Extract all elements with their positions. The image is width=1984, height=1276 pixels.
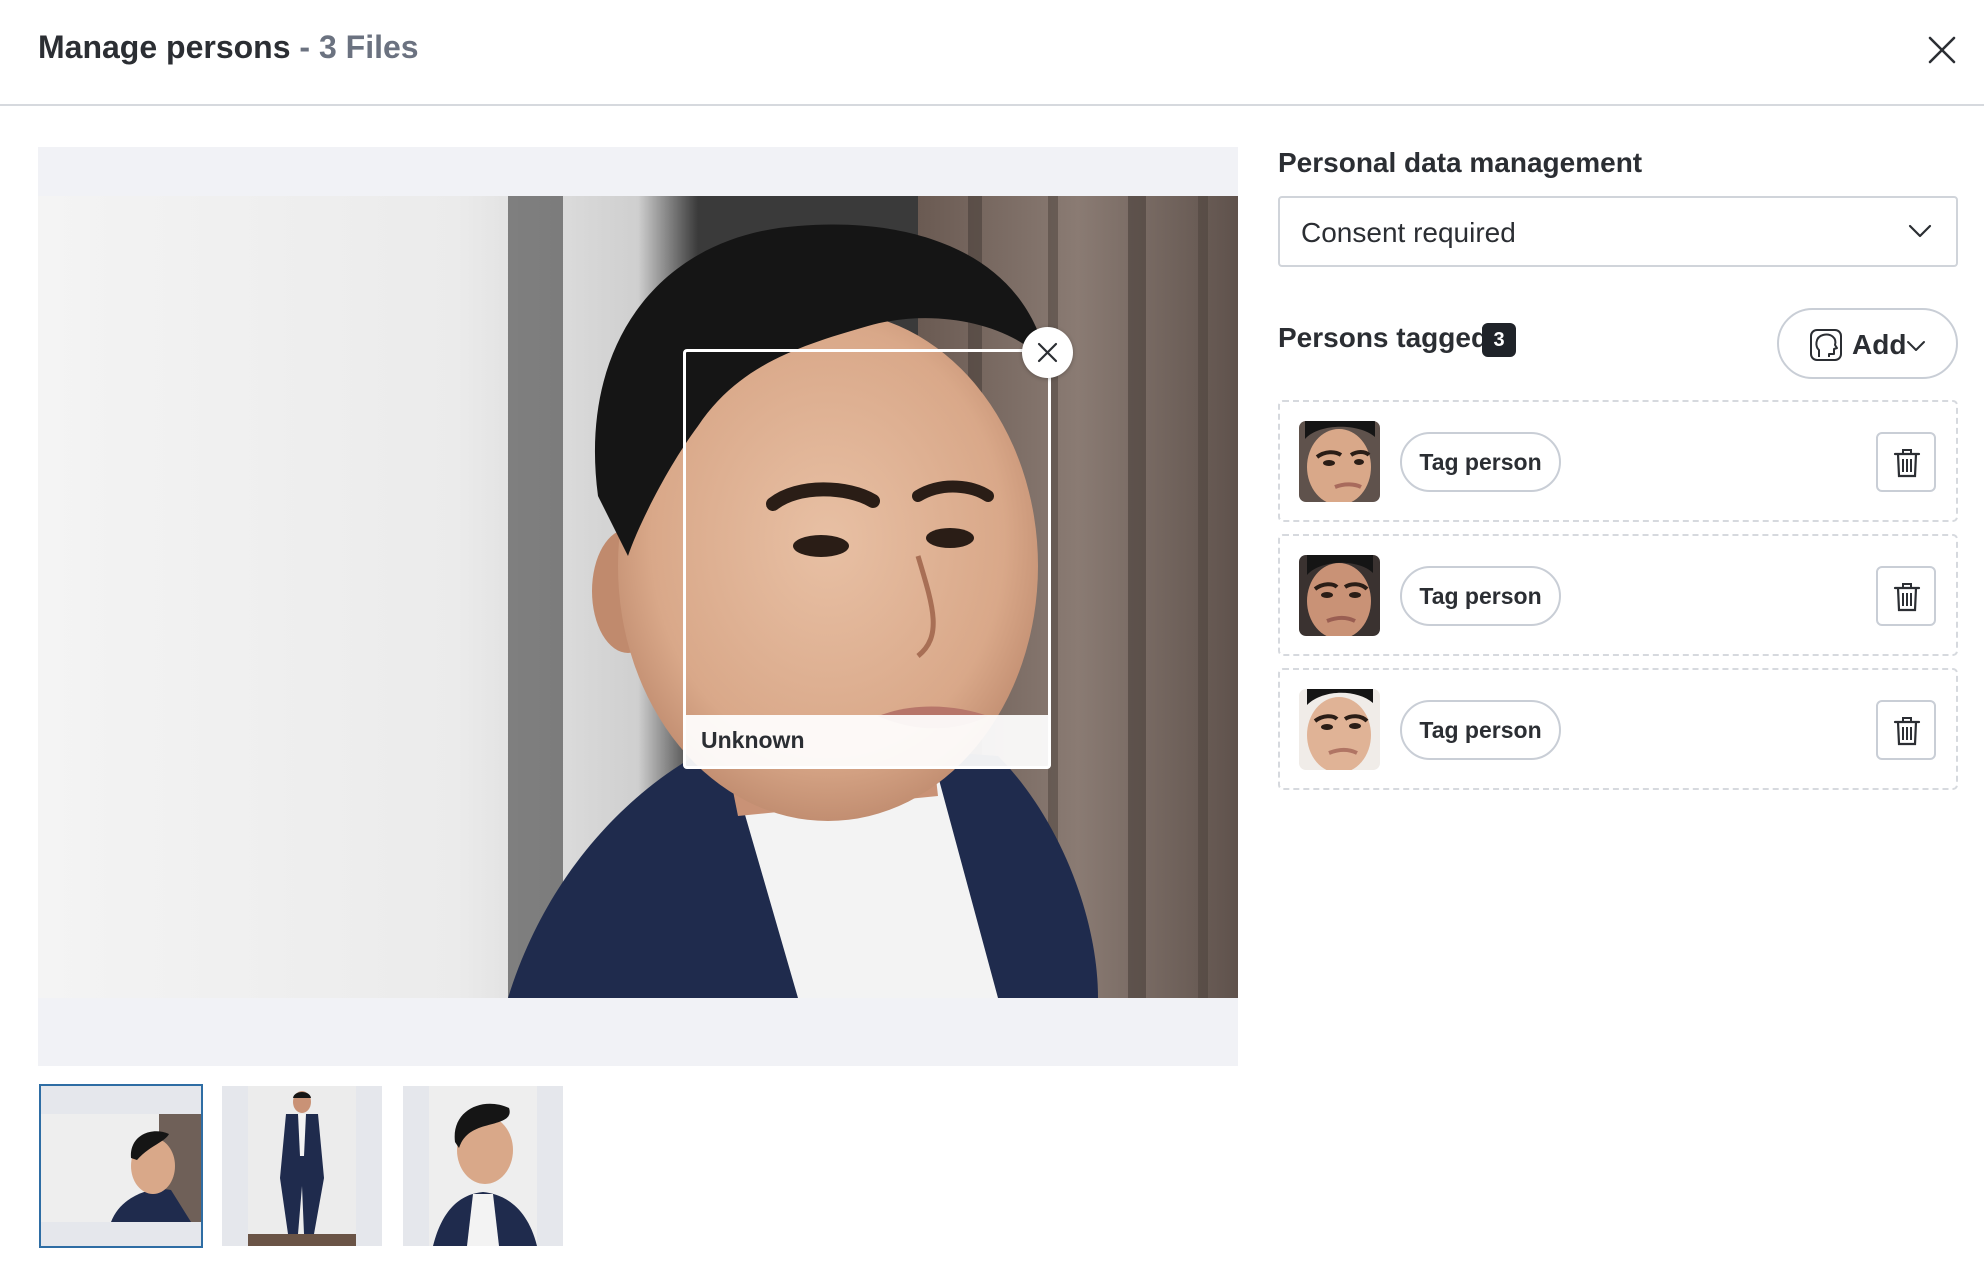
title-text: Manage persons (38, 29, 291, 65)
persons-tagged-label: Persons tagged (1278, 322, 1489, 353)
personal-data-label: Personal data management (1278, 147, 1643, 178)
thumbnail-2[interactable] (222, 1086, 382, 1246)
face-icon (1810, 329, 1842, 361)
add-label: Add (1852, 329, 1907, 360)
person-avatar (1299, 689, 1380, 770)
face-detection-box[interactable] (683, 349, 1051, 769)
person-avatar (1299, 555, 1380, 636)
remove-face-button[interactable] (1022, 327, 1073, 378)
dialog-header: Manage persons - 3 Files (0, 0, 1984, 106)
person-card: Tag person (1278, 400, 1958, 522)
tagged-count-badge: 3 (1482, 323, 1516, 357)
delete-person-button[interactable] (1876, 700, 1936, 760)
image-viewer (38, 147, 1238, 1066)
close-icon[interactable] (1922, 30, 1962, 70)
person-card: Tag person (1278, 668, 1958, 790)
trash-icon (1893, 583, 1921, 612)
person-card: Tag person (1278, 534, 1958, 656)
personal-data-select[interactable]: Consent required (1278, 196, 1958, 267)
thumbnail-3[interactable] (403, 1086, 563, 1246)
select-value: Consent required (1301, 217, 1516, 248)
manage-persons-dialog: Manage persons - 3 Files Unknown Persona… (0, 0, 1984, 1276)
face-tag-label: Unknown (683, 715, 1051, 769)
trash-icon (1893, 717, 1921, 746)
close-icon (1037, 342, 1058, 363)
tag-person-button[interactable]: Tag person (1400, 432, 1561, 492)
chevron-down-icon (1908, 224, 1932, 238)
face-label-text: Unknown (701, 727, 805, 753)
tag-person-button[interactable]: Tag person (1400, 566, 1561, 626)
delete-person-button[interactable] (1876, 432, 1936, 492)
main-photo (38, 196, 1238, 998)
person-avatar (1299, 421, 1380, 502)
dialog-title: Manage persons - 3 Files (38, 29, 419, 66)
trash-icon (1893, 449, 1921, 478)
add-person-button[interactable]: Add (1777, 308, 1958, 379)
file-count: - 3 Files (299, 29, 419, 65)
chevron-down-icon (1907, 341, 1925, 351)
delete-person-button[interactable] (1876, 566, 1936, 626)
thumbnail-1[interactable] (39, 1084, 203, 1248)
tag-person-button[interactable]: Tag person (1400, 700, 1561, 760)
